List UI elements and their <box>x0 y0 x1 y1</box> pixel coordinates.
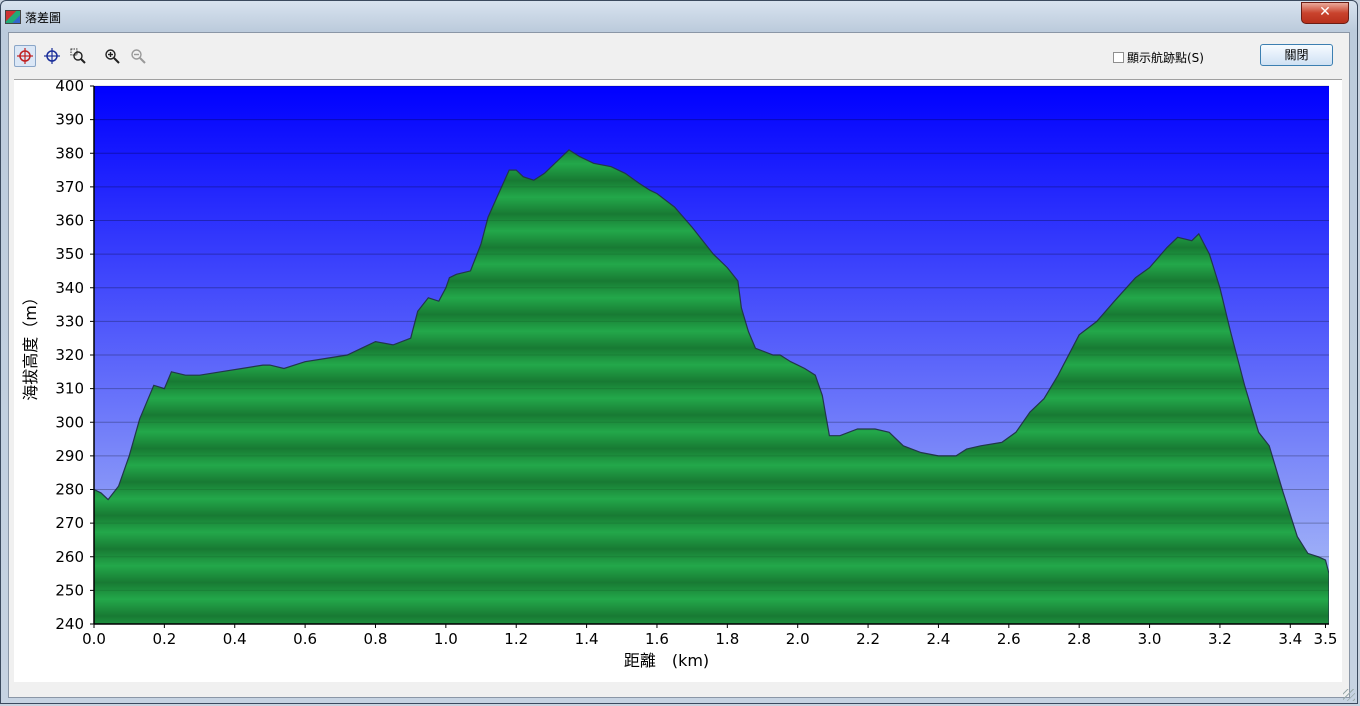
y-tick-label: 280 <box>55 481 84 499</box>
crosshair-red-icon[interactable] <box>14 45 36 67</box>
x-tick-label: 0.2 <box>152 630 176 648</box>
zoom-out-icon[interactable] <box>127 45 149 67</box>
y-tick-label: 240 <box>55 615 84 633</box>
elevation-chart-frame: 240 250 260 270 280 290 300 310 320 330 340 350 360 3… <box>14 77 1342 682</box>
y-tick-label: 310 <box>55 380 84 398</box>
toolbar: 顯示航跡點(S) 關閉 <box>9 33 1349 79</box>
close-button[interactable]: 關閉 <box>1260 44 1333 66</box>
x-tick-label: 2.0 <box>786 630 810 648</box>
x-tick-label: 0.0 <box>82 630 106 648</box>
elevation-profile-chart[interactable]: 240 250 260 270 280 290 300 310 320 330 340 350 360 3… <box>14 77 1342 682</box>
app-icon <box>5 10 21 24</box>
x-tick-label: 1.6 <box>645 630 669 648</box>
window-close-button[interactable]: ✕ <box>1301 2 1349 24</box>
y-tick-label: 340 <box>55 279 84 297</box>
x-tick-label: 3.5 <box>1314 630 1338 648</box>
y-tick-label: 300 <box>55 413 84 431</box>
x-tick-label: 1.8 <box>715 630 739 648</box>
x-tick-label: 1.4 <box>575 630 599 648</box>
y-tick-label: 380 <box>55 144 84 162</box>
x-tick-label: 3.0 <box>1138 630 1162 648</box>
y-tick-label: 330 <box>55 312 84 330</box>
y-axis-label: 海拔高度（m） <box>21 289 40 401</box>
client-area: 顯示航跡點(S) 關閉 240 250 260 270 280 290 300 … <box>8 32 1350 698</box>
y-tick-label: 370 <box>55 178 84 196</box>
x-tick-label: 3.4 <box>1278 630 1302 648</box>
x-axis-label: 距離 (km) <box>624 651 709 670</box>
x-tick-label: 0.8 <box>364 630 388 648</box>
x-tick-label: 2.2 <box>856 630 880 648</box>
x-tick-label: 2.4 <box>927 630 951 648</box>
window-title: 落差圖 <box>25 11 62 25</box>
y-tick-label: 350 <box>55 245 84 263</box>
x-tick-label: 0.4 <box>223 630 247 648</box>
zoom-in-icon[interactable] <box>101 45 123 67</box>
x-tick-label: 1.0 <box>434 630 458 648</box>
profile-window: 落差圖 ✕ 顯示航跡點(S) 關閉 240 250 260 270 280 29… <box>0 0 1358 704</box>
show-waypoints-checkbox[interactable] <box>1113 52 1124 63</box>
y-tick-label: 290 <box>55 447 84 465</box>
resize-grip[interactable] <box>1343 689 1355 701</box>
y-tick-label: 270 <box>55 514 84 532</box>
crosshair-blue-icon[interactable] <box>41 45 63 67</box>
x-tick-label: 2.8 <box>1067 630 1091 648</box>
y-tick-label: 250 <box>55 581 84 599</box>
x-tick-label: 2.6 <box>997 630 1021 648</box>
show-waypoints-label: 顯示航跡點(S) <box>1127 51 1204 65</box>
zoom-box-icon[interactable] <box>67 45 89 67</box>
y-tick-label: 360 <box>55 212 84 230</box>
x-tick-label: 3.2 <box>1208 630 1232 648</box>
y-tick-label: 400 <box>55 80 84 95</box>
x-tick-label: 0.6 <box>293 630 317 648</box>
y-tick-label: 390 <box>55 111 84 129</box>
y-tick-label: 260 <box>55 548 84 566</box>
title-bar[interactable]: 落差圖 ✕ <box>1 1 1357 31</box>
show-waypoints-toggle[interactable]: 顯示航跡點(S) <box>1113 49 1204 66</box>
y-tick-label: 320 <box>55 346 84 364</box>
x-tick-label: 1.2 <box>504 630 528 648</box>
